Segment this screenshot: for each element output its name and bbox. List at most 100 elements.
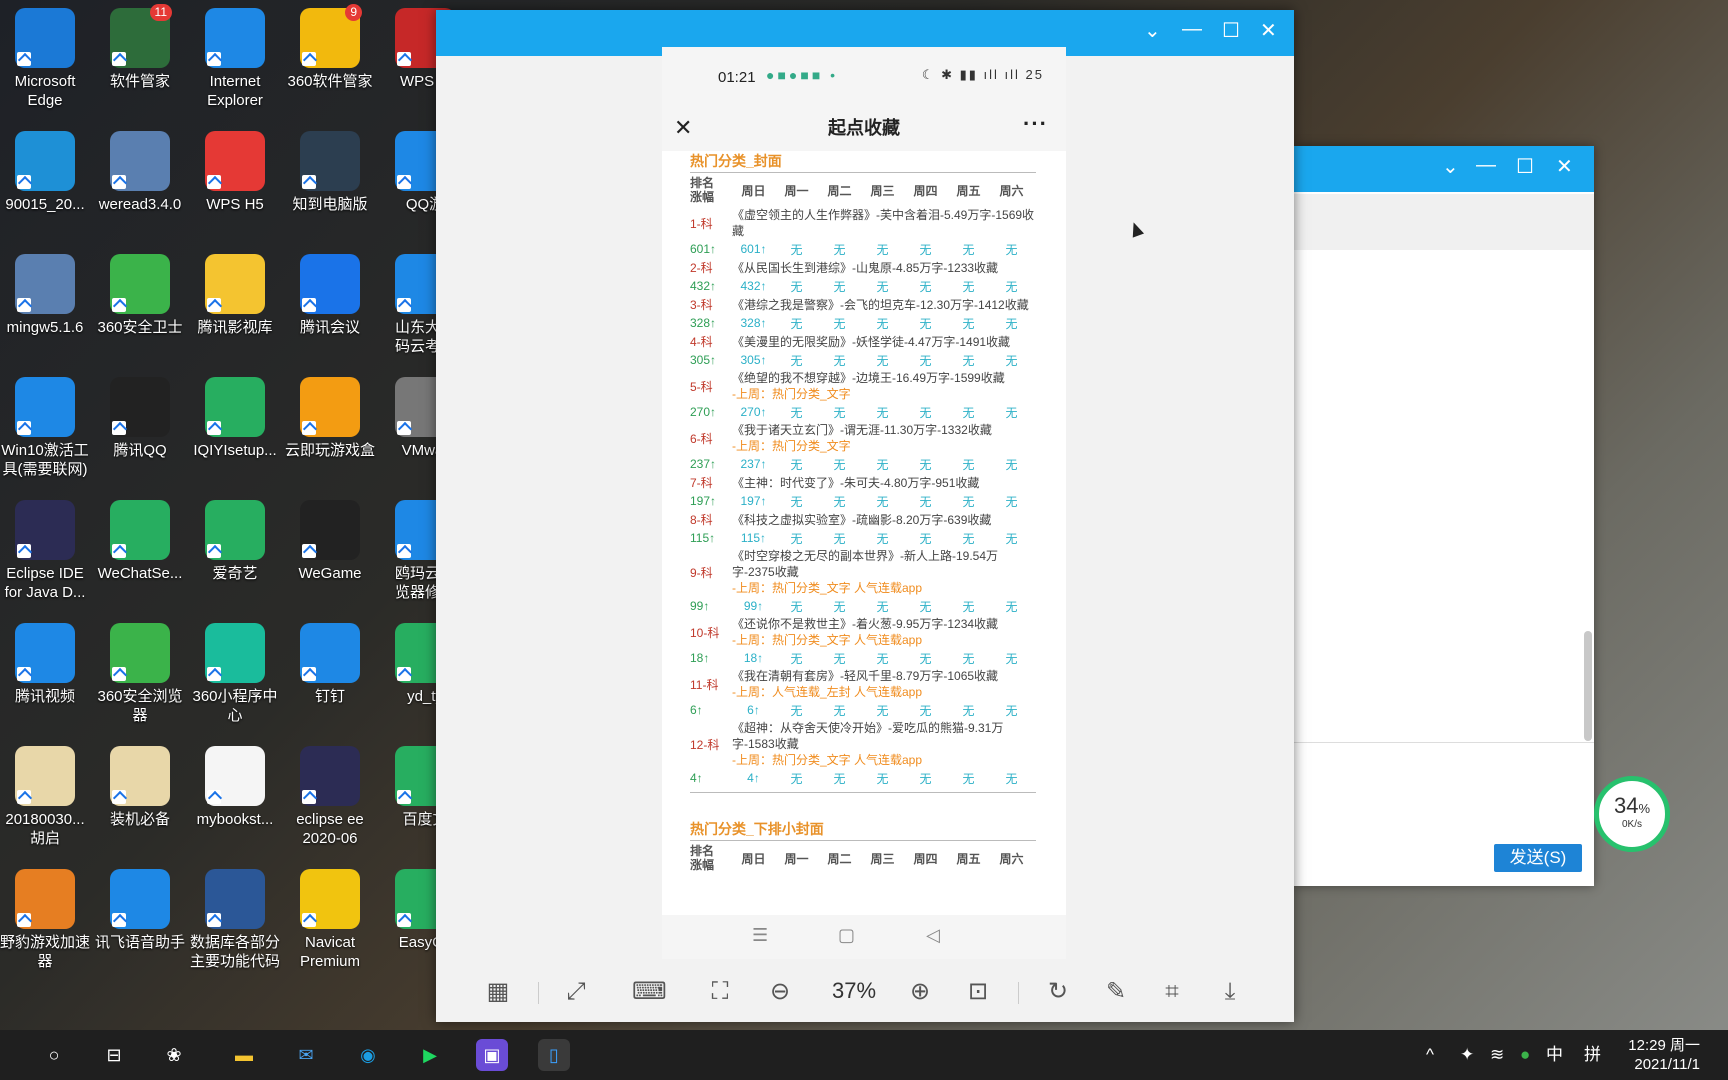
desktop-icon-label: 腾讯视频 [14, 688, 75, 705]
day-value: 无 [1005, 531, 1018, 546]
app-icon: 9 [300, 4, 362, 68]
file-explorer-icon[interactable]: ▬ [228, 1039, 260, 1071]
ime-mode-indicator[interactable]: 拼 [1584, 1030, 1601, 1080]
search-icon[interactable]: ○ [38, 1039, 70, 1071]
desktop-icon[interactable]: weread3.4.0 [93, 127, 187, 214]
desktop-icon[interactable]: eclipse ee 2020-06 [283, 742, 377, 848]
layout-icon[interactable]: ▦ [482, 976, 514, 1008]
desktop-icon[interactable]: Microsoft Edge [0, 4, 92, 110]
phone-icon[interactable]: ▯ [538, 1039, 570, 1071]
table-row: 2-科 《从民国长生到港综》-山鬼原-4.85万字-1233收藏 [690, 259, 1036, 276]
desktop-icon[interactable]: 腾讯视频 [0, 619, 92, 706]
desktop-icon[interactable]: 360安全浏览 器 [93, 619, 187, 725]
zoom-out-icon[interactable]: ⊖ [764, 976, 796, 1008]
actual-size-icon[interactable]: ⊡ [962, 976, 994, 1008]
desktop-icon[interactable]: 野豹游戏加速 器 [0, 865, 92, 971]
back-icon: ◁ [926, 925, 940, 945]
table-row: 6-科 《我于诸天立玄门》-谓无涯-11.30万字-1332收藏 -上周：热门分类_… [690, 422, 1036, 454]
shortcut-icon [397, 544, 411, 558]
rank-label: 12-科 [690, 737, 720, 752]
app-icon [15, 254, 75, 314]
desktop-icon[interactable]: 360安全卫士 [93, 250, 187, 337]
desktop-icon[interactable]: 讯飞语音助手 [93, 865, 187, 952]
360-icon[interactable]: ● [1520, 1030, 1530, 1080]
chevron-down-icon[interactable]: ⌄ [1144, 18, 1161, 43]
fullscreen-icon[interactable]: ⛶ [704, 976, 736, 1008]
desktop-icon[interactable]: 装机必备 [93, 742, 187, 829]
media-icon[interactable]: ▣ [476, 1039, 508, 1071]
network-speed-widget[interactable]: 34% 0K/s [1594, 776, 1670, 852]
mail-icon[interactable]: ✉ [290, 1039, 322, 1071]
desktop-icon[interactable]: mingw5.1.6 [0, 250, 92, 337]
scrollbar[interactable] [1584, 631, 1592, 741]
desktop-icon[interactable]: Win10激活工 具(需要联网) [0, 373, 92, 479]
desktop-icon[interactable]: 数据库各部分 主要功能代码 [188, 865, 282, 971]
desktop-icon[interactable]: 9 360软件管家 [283, 4, 377, 91]
app-icon [300, 746, 360, 806]
menu-icon: ☰ [752, 925, 769, 945]
send-button[interactable]: 发送(S) [1494, 844, 1582, 872]
zoom-in-icon[interactable]: ⊕ [904, 976, 936, 1008]
minimize-icon[interactable]: — [1476, 154, 1496, 177]
day-value: 无 [790, 703, 803, 718]
desktop-icon[interactable]: WeGame [283, 496, 377, 583]
close-icon[interactable]: ✕ [1260, 18, 1277, 43]
maximize-icon[interactable]: ☐ [1222, 18, 1240, 43]
edit-icon[interactable]: ✎ [1100, 976, 1132, 1008]
wifi-icon[interactable]: ≋ [1490, 1030, 1504, 1080]
chevron-down-icon[interactable]: ⌄ [1442, 154, 1459, 179]
translate-icon[interactable]: ⌨ [632, 976, 667, 1008]
app-icon [110, 869, 170, 929]
desktop-icon[interactable]: 20180030... 胡启 [0, 742, 92, 848]
more-icon[interactable]: ··· [1023, 101, 1048, 147]
download-icon[interactable]: ⤓ [1214, 976, 1246, 1008]
status-right-icons: ☾ ✱ ▮▮ ıll ıll 25 [921, 67, 1044, 82]
desktop-icon[interactable]: Internet Explorer [188, 4, 282, 110]
minimize-icon[interactable]: — [1182, 18, 1202, 41]
desktop-icon[interactable]: 腾讯会议 [283, 250, 377, 337]
tray-app-icon[interactable]: ✦ [1460, 1030, 1474, 1080]
desktop-icon[interactable]: 11 软件管家 [93, 4, 187, 91]
day-value: 无 [876, 651, 889, 666]
desktop-icon[interactable]: 90015_20... [0, 127, 92, 214]
desktop-icon[interactable]: 云即玩游戏盒 [283, 373, 377, 460]
desktop-icon[interactable]: 360小程序中 心 [188, 619, 282, 725]
shortcut-icon [207, 421, 221, 435]
app-icon [110, 254, 170, 314]
desktop-icon[interactable]: Navicat Premium [283, 865, 377, 971]
app-icon [110, 377, 170, 437]
shortcut-icon [397, 667, 411, 681]
table-row: 11-科 《我在清朝有套房》-轻风千里-8.79万字-1065收藏 -上周：人气连载… [690, 668, 1036, 700]
rotate-icon[interactable]: ↻ [1042, 976, 1074, 1008]
desktop-icon[interactable]: Eclipse IDE for Java D... [0, 496, 92, 602]
close-icon[interactable]: ✕ [674, 105, 692, 151]
last-week-label: -上周：热门分类_文字 人气连载app [732, 633, 923, 647]
desktop-icon[interactable]: 钉钉 [283, 619, 377, 706]
desktop-icon[interactable]: 腾讯影视库 [188, 250, 282, 337]
desktop-icon[interactable]: WeChatSe... [93, 496, 187, 583]
chevron-up-icon[interactable]: ^ [1426, 1030, 1434, 1080]
desktop-icon[interactable]: WPS H5 [188, 127, 282, 214]
desktop-icon[interactable]: mybookst... [188, 742, 282, 829]
ime-indicator[interactable]: 中 [1546, 1030, 1563, 1080]
table-row: 8-科 《科技之虚拟实验室》-疏幽影-8.20万字-639收藏 [690, 511, 1036, 528]
maximize-icon[interactable]: ☐ [1516, 154, 1534, 179]
desktop-icon[interactable]: 腾讯QQ [93, 373, 187, 460]
video-icon[interactable]: ▶ [414, 1039, 446, 1071]
desktop-icon[interactable]: 爱奇艺 [188, 496, 282, 583]
shortcut-icon [302, 421, 316, 435]
book-info: 《美漫里的无限奖励》-妖怪学徒-4.47万字-1491收藏 [732, 334, 1011, 349]
fit-icon[interactable]: ⤢ [560, 976, 592, 1008]
shortcut-icon [17, 667, 31, 681]
sunday-value: 237↑ [740, 457, 767, 471]
edge-icon[interactable]: ◉ [352, 1039, 384, 1071]
crop-icon[interactable]: ⌗ [1156, 976, 1188, 1008]
task-view-icon[interactable]: ⊟ [98, 1039, 130, 1071]
chat-toolbar [1294, 194, 1594, 250]
app-icon[interactable]: ❀ [158, 1039, 190, 1071]
shortcut-icon [112, 667, 126, 681]
clock[interactable]: 12:29 周一 2021/11/1 [1628, 1036, 1700, 1074]
desktop-icon[interactable]: IQIYIsetup... [188, 373, 282, 460]
close-icon[interactable]: ✕ [1556, 154, 1573, 179]
desktop-icon[interactable]: 知到电脑版 [283, 127, 377, 214]
